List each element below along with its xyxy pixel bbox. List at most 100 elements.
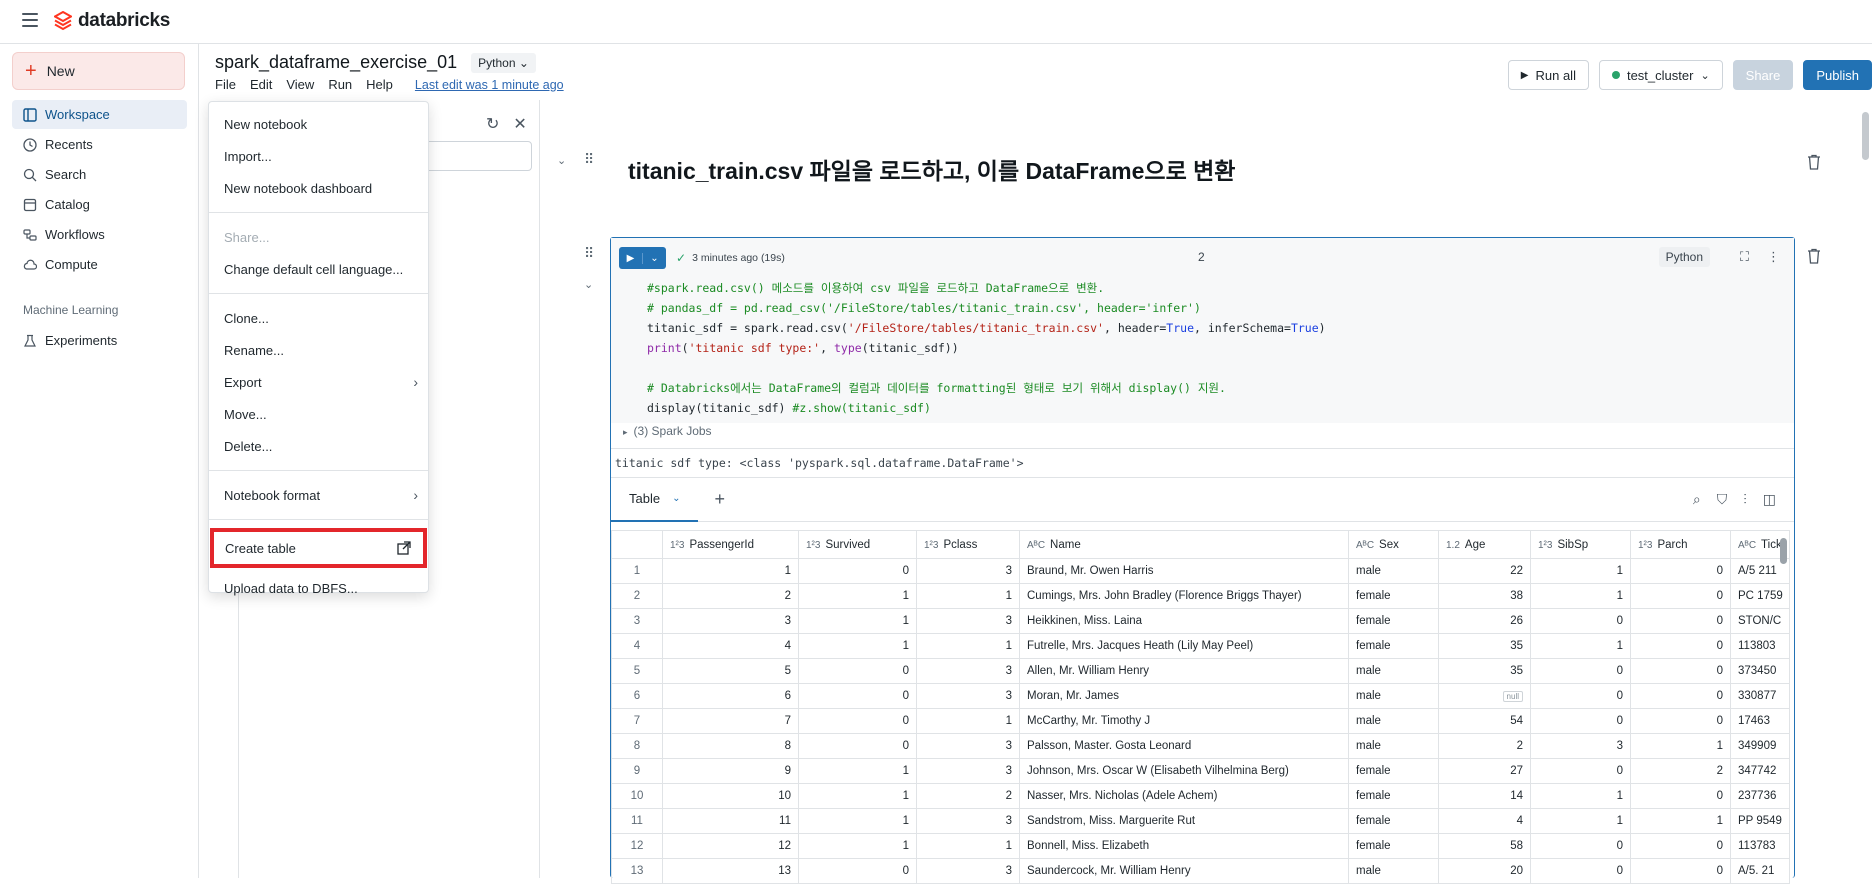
column-name: Parch (1657, 538, 1688, 551)
sidebar-item-search[interactable]: Search (12, 160, 187, 189)
table-cell: 0 (1630, 683, 1731, 709)
table-cell: 1 (798, 608, 917, 634)
hamburger-icon[interactable] (22, 13, 38, 27)
menu-file[interactable]: File (215, 77, 236, 92)
last-edit-link[interactable]: Last edit was 1 minute ago (415, 78, 564, 92)
column-header[interactable]: 1²3 PassengerId (662, 530, 799, 559)
table-cell: Allen, Mr. William Henry (1019, 658, 1349, 684)
sidebar-item-catalog[interactable]: Catalog (12, 190, 187, 219)
table-cell: 237736 (1730, 783, 1790, 809)
chevron-down-icon: ⌄ (650, 252, 659, 264)
spark-jobs-toggle[interactable]: ▸ (3) Spark Jobs (623, 424, 712, 438)
column-header[interactable]: 1²3 Survived (798, 530, 917, 559)
column-header[interactable]: 1²3 Parch (1630, 530, 1731, 559)
new-button[interactable]: + New (12, 52, 185, 90)
trash-icon[interactable] (1807, 154, 1821, 170)
menu-item-export[interactable]: Export › (209, 366, 428, 398)
menu-item-new-notebook[interactable]: New notebook (209, 108, 428, 140)
sidebar-item-label: Catalog (45, 197, 90, 212)
table-cell: 1 (798, 758, 917, 784)
brand-name: databricks (78, 10, 171, 31)
table-cell: 0 (798, 858, 917, 884)
column-header[interactable]: AᴮC Name (1019, 530, 1349, 559)
cluster-selector[interactable]: test_cluster ⌄ (1598, 60, 1723, 90)
trash-icon[interactable] (1807, 248, 1821, 264)
table-cell: Palsson, Master. Gosta Leonard (1019, 733, 1349, 759)
column-header[interactable]: 1²3 SibSp (1530, 530, 1631, 559)
row-index: 13 (611, 858, 663, 884)
table-row[interactable]: 4 4 1 1 Futrelle, Mrs. Jacques Heath (Lily M… (611, 633, 1790, 659)
more-options-icon[interactable]: ⋮ (1767, 249, 1780, 265)
refresh-icon[interactable]: ↻ (486, 114, 499, 134)
row-index: 5 (611, 658, 663, 684)
filter-icon[interactable]: ⛉ (1717, 491, 1728, 508)
table-row[interactable]: 2 2 1 1 Cumings, Mrs. John Bradley (Florence… (611, 583, 1790, 609)
external-link-icon (397, 541, 411, 555)
menu-item-import[interactable]: Import... (209, 140, 428, 172)
sidebar-item-workflows[interactable]: Workflows (12, 220, 187, 249)
table-scrollbar[interactable] (1780, 538, 1787, 564)
share-button[interactable]: Share (1732, 60, 1794, 90)
table-cell: 0 (1630, 583, 1731, 609)
table-row[interactable]: 3 3 1 3 Heikkinen, Miss. Laina female 26 0 0 STON… (611, 608, 1790, 634)
table-row[interactable]: 11 11 1 3 Sandstrom, Miss. Marguerite Rut fem… (611, 808, 1790, 834)
table-cell: female (1348, 833, 1439, 859)
table-row[interactable]: 8 8 0 3 Palsson, Master. Gosta Leonard male 2 3… (611, 733, 1790, 759)
menu-view[interactable]: View (286, 77, 314, 92)
collapse-icon[interactable]: ⌄ (584, 278, 593, 291)
table-cell: null (1438, 683, 1531, 709)
collapse-icon[interactable]: ⌄ (557, 154, 566, 167)
menu-item-change-language[interactable]: Change default cell language... (209, 253, 428, 285)
null-badge: null (1502, 691, 1523, 702)
table-row[interactable]: 12 12 1 1 Bonnell, Miss. Elizabeth female 58 0 0… (611, 833, 1790, 859)
notebook-language-dropdown[interactable]: Python ⌄ (471, 52, 536, 73)
add-visualization-icon[interactable]: + (714, 489, 725, 510)
cell-language[interactable]: Python (1658, 247, 1710, 267)
menu-item-upload-dbfs[interactable]: Upload data to DBFS... (209, 572, 428, 604)
menu-run[interactable]: Run (328, 77, 352, 92)
code-editor[interactable]: #spark.read.csv() 메소드를 이용하여 csv 파일을 로드하고… (611, 278, 1794, 423)
table-row[interactable]: 10 10 1 2 Nasser, Mrs. Nicholas (Adele Achem… (611, 783, 1790, 809)
table-row[interactable]: 5 5 0 3 Allen, Mr. William Henry male 35 0 0 3734… (611, 658, 1790, 684)
markdown-cell-title: titanic_train.csv 파일을 로드하고, 이를 DataFrame… (628, 158, 1236, 184)
panel-search-input[interactable] (420, 141, 532, 171)
menu-item-rename[interactable]: Rename... (209, 334, 428, 366)
databricks-logo[interactable]: databricks (54, 10, 170, 32)
table-row[interactable]: 9 9 1 3 Johnson, Mrs. Oscar W (Elisabeth Vil… (611, 758, 1790, 784)
sidebar-item-experiments[interactable]: Experiments (12, 326, 187, 355)
column-settings-icon[interactable]: ⫶ (1743, 491, 1747, 508)
search-icon[interactable]: ⌕ (1693, 491, 1701, 508)
drag-handle-icon[interactable]: ⠿ (584, 152, 594, 166)
column-header[interactable]: 1²3 Pclass (916, 530, 1020, 559)
expand-icon[interactable]: ⛶ (1740, 249, 1749, 265)
notebook-title[interactable]: spark_dataframe_exercise_01 (215, 52, 457, 73)
menu-edit[interactable]: Edit (250, 77, 272, 92)
table-row[interactable]: 1 1 0 3 Braund, Mr. Owen Harris male 22 1 0 A/5 2… (611, 558, 1790, 584)
menu-item-create-table[interactable]: Create table (210, 528, 427, 568)
column-header[interactable]: 1.2 Age (1438, 530, 1531, 559)
sidebar-item-recents[interactable]: Recents (12, 130, 187, 159)
sidebar-item-workspace[interactable]: Workspace (12, 100, 187, 129)
table-cell: female (1348, 808, 1439, 834)
panel-toggle-icon[interactable]: ◫ (1763, 491, 1776, 508)
table-row[interactable]: 13 13 0 3 Saundercock, Mr. William Henry male… (611, 858, 1790, 884)
close-icon[interactable]: ✕ (513, 114, 526, 134)
drag-handle-icon[interactable]: ⠿ (584, 246, 594, 260)
menu-item-move[interactable]: Move... (209, 398, 428, 430)
menu-item-notebook-format[interactable]: Notebook format › (209, 479, 428, 511)
table-row[interactable]: 6 6 0 3 Moran, Mr. James male null 0 0 330877 (611, 683, 1790, 709)
table-cell: 3 (916, 808, 1020, 834)
column-header[interactable]: AᴮC Sex (1348, 530, 1439, 559)
run-all-button[interactable]: ▶ Run all (1507, 60, 1589, 90)
menu-item-new-dashboard[interactable]: New notebook dashboard (209, 172, 428, 204)
menu-item-delete[interactable]: Delete... (209, 430, 428, 462)
page-scrollbar[interactable] (1862, 112, 1869, 160)
sidebar-item-compute[interactable]: Compute (12, 250, 187, 279)
menu-item-clone[interactable]: Clone... (209, 302, 428, 334)
tab-table[interactable]: Table ⌄ (611, 478, 699, 522)
publish-button[interactable]: Publish (1803, 60, 1872, 90)
table-row[interactable]: 7 7 0 1 McCarthy, Mr. Timothy Jmale 54 0 0 17463 (611, 708, 1790, 734)
run-cell-button[interactable]: ▶ ⌄ (619, 247, 666, 269)
table-cell: 1 (1530, 558, 1631, 584)
menu-help[interactable]: Help (366, 77, 393, 92)
